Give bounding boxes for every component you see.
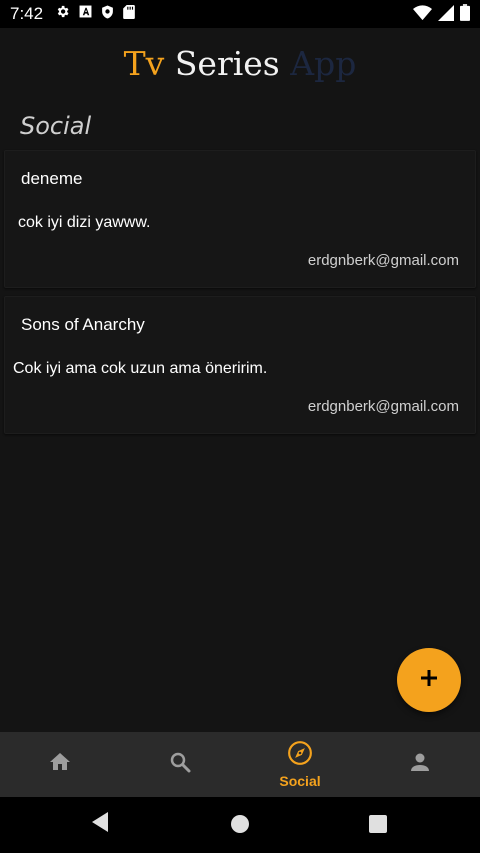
person-icon xyxy=(408,750,432,779)
nav-item-social[interactable]: Social xyxy=(240,732,360,797)
post-title: Sons of Anarchy xyxy=(21,315,145,334)
app-title: Tv Series App xyxy=(0,44,480,83)
post-author-email: erdgnberk@gmail.com xyxy=(307,398,459,415)
compass-icon xyxy=(287,740,313,771)
settings-icon xyxy=(55,4,70,24)
post-body: cok iyi dizi yawww. xyxy=(18,214,151,231)
system-navigation-bar xyxy=(0,797,480,853)
status-time: 7:42 xyxy=(10,4,44,23)
status-bar: 7:42 xyxy=(0,0,480,28)
back-icon[interactable] xyxy=(90,811,110,838)
text-a-icon xyxy=(79,5,92,23)
app-title-tv: Tv xyxy=(123,44,165,83)
app-title-series: Series xyxy=(174,44,280,83)
page-title: Social xyxy=(20,112,92,140)
bottom-navigation: Social xyxy=(0,732,480,797)
nav-item-profile[interactable] xyxy=(360,732,480,797)
nav-item-home[interactable] xyxy=(0,732,120,797)
shield-icon xyxy=(101,5,114,24)
recents-icon[interactable] xyxy=(369,815,387,838)
nav-item-search[interactable] xyxy=(120,732,240,797)
post-author-email: erdgnberk@gmail.com xyxy=(307,252,459,269)
wifi-icon xyxy=(413,4,432,26)
nav-label-social: Social xyxy=(279,773,321,789)
search-icon xyxy=(168,750,192,779)
add-post-button[interactable] xyxy=(397,648,461,712)
plus-icon xyxy=(420,669,438,692)
app-title-app: App xyxy=(290,44,357,83)
home-circle-icon[interactable] xyxy=(230,814,250,839)
signal-icon xyxy=(438,4,454,26)
post-title: deneme xyxy=(21,169,83,188)
post-card[interactable]: deneme cok iyi dizi yawww. erdgnberk@gma… xyxy=(4,150,476,288)
battery-icon xyxy=(460,4,470,26)
sd-card-icon xyxy=(123,4,135,24)
post-body: Cok iyi ama cok uzun ama öneririm. xyxy=(13,360,268,377)
home-icon xyxy=(48,750,72,779)
post-card[interactable]: Sons of Anarchy Cok iyi ama cok uzun ama… xyxy=(4,296,476,434)
